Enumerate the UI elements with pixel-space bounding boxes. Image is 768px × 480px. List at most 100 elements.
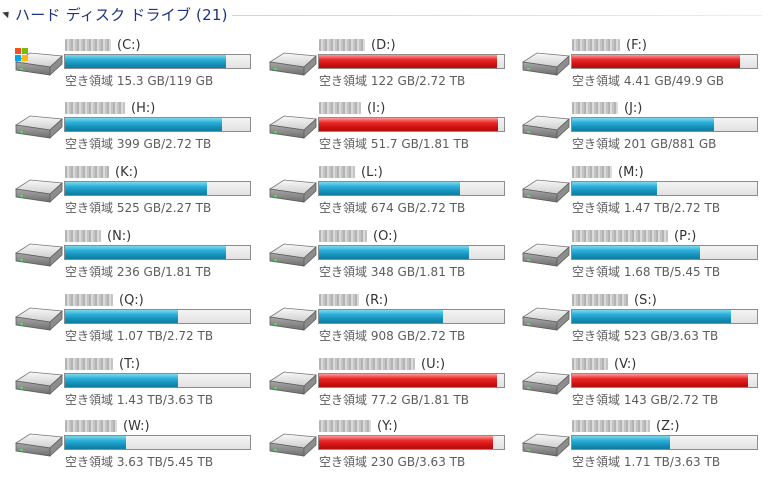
drive-tile[interactable]: (O:) 空き領域 348 GB/1.81 TB [266, 226, 516, 284]
hard-drive-icon [519, 47, 571, 81]
free-space-text: 空き領域 908 GB/2.72 TB [319, 329, 466, 343]
free-space-text: 空き領域 523 GB/3.63 TB [572, 329, 719, 343]
drive-tile[interactable]: (J:) 空き領域 201 GB/881 GB [519, 98, 768, 156]
usage-bar-fill [319, 55, 497, 68]
free-space-text: 空き領域 3.63 TB/5.45 TB [65, 455, 214, 469]
drive-label: (O:) [319, 228, 398, 244]
usage-bar-fill [572, 374, 748, 387]
drives-view: ハード ディスク ドライブ (21) (C:) 空き領域 15.3 GB/119 … [0, 0, 768, 480]
drive-tile[interactable]: (W:) 空き領域 3.63 TB/5.45 TB [12, 416, 262, 474]
usage-bar [571, 245, 758, 260]
hard-drive-icon [519, 302, 571, 336]
drive-name-redacted [572, 358, 608, 370]
usage-bar-fill [65, 118, 223, 131]
drive-tile[interactable]: (M:) 空き領域 1.47 TB/2.72 TB [519, 162, 768, 220]
drive-tile[interactable]: (F:) 空き領域 4.41 GB/49.9 GB [519, 35, 768, 93]
drive-letter: (P:) [674, 228, 697, 244]
hard-drive-icon [266, 110, 318, 144]
drive-label: (U:) [319, 356, 445, 372]
usage-bar [318, 373, 505, 388]
drive-tile[interactable]: (H:) 空き領域 399 GB/2.72 TB [12, 98, 262, 156]
drive-letter: (K:) [115, 164, 139, 180]
collapse-arrow-icon[interactable] [2, 8, 12, 19]
usage-bar [318, 181, 505, 196]
drive-label: (F:) [572, 37, 647, 53]
usage-bar [64, 54, 251, 69]
hard-drive-icon [519, 110, 571, 144]
drive-tile[interactable]: (V:) 空き領域 143 GB/2.72 TB [519, 354, 768, 412]
free-space-text: 空き領域 236 GB/1.81 TB [65, 265, 212, 279]
usage-bar-fill [572, 436, 671, 449]
hard-drive-icon [266, 302, 318, 336]
drive-letter: (W:) [123, 418, 150, 434]
drive-name-redacted [65, 294, 113, 306]
drive-name-redacted [572, 39, 620, 51]
free-space-text: 空き領域 1.68 TB/5.45 TB [572, 265, 721, 279]
hard-drive-icon [266, 174, 318, 208]
usage-bar [571, 181, 758, 196]
free-space-text: 空き領域 1.43 TB/3.63 TB [65, 393, 214, 407]
free-space-text: 空き領域 1.07 TB/2.72 TB [65, 329, 214, 343]
drive-tile[interactable]: (N:) 空き領域 236 GB/1.81 TB [12, 226, 262, 284]
drive-tile[interactable]: (R:) 空き領域 908 GB/2.72 TB [266, 290, 516, 348]
drive-tile[interactable]: (Z:) 空き領域 1.71 TB/3.63 TB [519, 416, 768, 474]
drive-label: (J:) [572, 100, 642, 116]
usage-bar [64, 245, 251, 260]
drive-label: (Y:) [319, 418, 398, 434]
drive-name-redacted [319, 102, 361, 114]
usage-bar [318, 435, 505, 450]
drive-letter: (Y:) [377, 418, 398, 434]
free-space-text: 空き領域 348 GB/1.81 TB [319, 265, 466, 279]
drive-tile[interactable]: (L:) 空き領域 674 GB/2.72 TB [266, 162, 516, 220]
drive-letter: (N:) [107, 228, 132, 244]
usage-bar [64, 309, 251, 324]
drive-letter: (D:) [371, 37, 396, 53]
drive-label: (C:) [65, 37, 141, 53]
drive-name-redacted [319, 230, 367, 242]
hard-drive-icon [266, 366, 318, 400]
group-header-hard-drives[interactable]: ハード ディスク ドライブ (21) [0, 0, 768, 28]
drive-letter: (M:) [618, 164, 644, 180]
drive-tile[interactable]: (K:) 空き領域 525 GB/2.27 TB [12, 162, 262, 220]
hard-drive-icon [519, 174, 571, 208]
drive-label: (W:) [65, 418, 150, 434]
usage-bar-fill [319, 310, 443, 323]
drive-name-redacted [572, 420, 650, 432]
drive-tile[interactable]: (C:) 空き領域 15.3 GB/119 GB [12, 35, 262, 93]
usage-bar [64, 117, 251, 132]
drive-tile[interactable]: (S:) 空き領域 523 GB/3.63 TB [519, 290, 768, 348]
drive-tile[interactable]: (P:) 空き領域 1.68 TB/5.45 TB [519, 226, 768, 284]
usage-bar-fill [319, 118, 499, 131]
drive-letter: (T:) [119, 356, 141, 372]
drive-name-redacted [65, 102, 125, 114]
drive-label: (S:) [572, 292, 657, 308]
hard-drive-icon [266, 428, 318, 462]
drive-letter: (Q:) [119, 292, 144, 308]
drive-label: (P:) [572, 228, 696, 244]
free-space-text: 空き領域 399 GB/2.72 TB [65, 137, 212, 151]
drive-tile[interactable]: (I:) 空き領域 51.7 GB/1.81 TB [266, 98, 516, 156]
drive-letter: (V:) [614, 356, 637, 372]
free-space-text: 空き領域 674 GB/2.72 TB [319, 201, 466, 215]
usage-bar [318, 245, 505, 260]
drive-label: (V:) [572, 356, 636, 372]
drive-letter: (C:) [117, 37, 141, 53]
drive-tile[interactable]: (T:) 空き領域 1.43 TB/3.63 TB [12, 354, 262, 412]
usage-bar [64, 435, 251, 450]
drive-tile[interactable]: (Y:) 空き領域 230 GB/3.63 TB [266, 416, 516, 474]
drive-letter: (U:) [421, 356, 446, 372]
usage-bar [318, 54, 505, 69]
usage-bar-fill [65, 182, 208, 195]
usage-bar [571, 435, 758, 450]
drive-letter: (O:) [373, 228, 398, 244]
drive-label: (D:) [319, 37, 396, 53]
usage-bar-fill [572, 118, 715, 131]
hard-drive-icon [519, 428, 571, 462]
usage-bar-fill [572, 182, 658, 195]
drive-tile[interactable]: (D:) 空き領域 122 GB/2.72 TB [266, 35, 516, 93]
hard-drive-icon [519, 366, 571, 400]
free-space-text: 空き領域 1.71 TB/3.63 TB [572, 455, 721, 469]
drive-name-redacted [65, 358, 113, 370]
drive-tile[interactable]: (U:) 空き領域 77.2 GB/1.81 TB [266, 354, 516, 412]
drive-tile[interactable]: (Q:) 空き領域 1.07 TB/2.72 TB [12, 290, 262, 348]
